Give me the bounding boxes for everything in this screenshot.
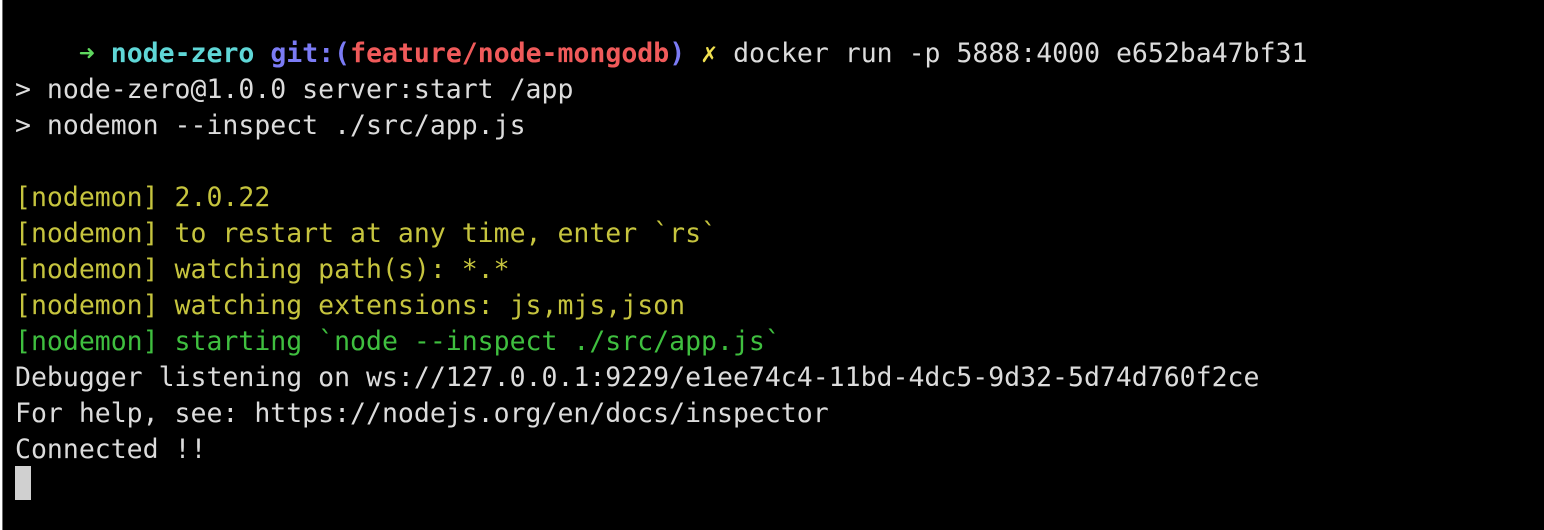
prompt-directory: node-zero — [110, 38, 255, 69]
prompt-arrow-icon: ➜ — [78, 38, 95, 69]
output-line: [nodemon] watching path(s): *.* — [15, 254, 510, 285]
output-line: Debugger listening on ws://127.0.0.1:922… — [15, 362, 1260, 393]
prompt-git-close: ) — [669, 38, 686, 69]
prompt-git-label: git:( — [270, 38, 351, 69]
output-line: [nodemon] watching extensions: js,mjs,js… — [15, 290, 686, 321]
output-line: > node-zero@1.0.0 server:start /app — [15, 74, 574, 105]
output-line: For help, see: https://nodejs.org/en/doc… — [15, 398, 829, 429]
output-line: > nodemon --inspect ./src/app.js — [15, 110, 526, 141]
prompt-dirty-icon: ✗ — [701, 38, 718, 69]
output-line: [nodemon] 2.0.22 — [15, 182, 271, 213]
output-line: [nodemon] to restart at any time, enter … — [15, 218, 717, 249]
terminal-cursor — [15, 466, 31, 500]
prompt-line: ➜ node-zero git:(feature/node-mongodb) ✗… — [15, 0, 1308, 69]
prompt-command: docker run -p 5888:4000 e652ba47bf31 — [733, 38, 1308, 69]
prompt-git-branch: feature/node-mongodb — [350, 38, 670, 69]
output-line: [nodemon] starting `node --inspect ./src… — [15, 326, 781, 357]
output-line: Connected !! — [15, 434, 207, 465]
terminal-window[interactable]: ➜ node-zero git:(feature/node-mongodb) ✗… — [2, 0, 1544, 530]
